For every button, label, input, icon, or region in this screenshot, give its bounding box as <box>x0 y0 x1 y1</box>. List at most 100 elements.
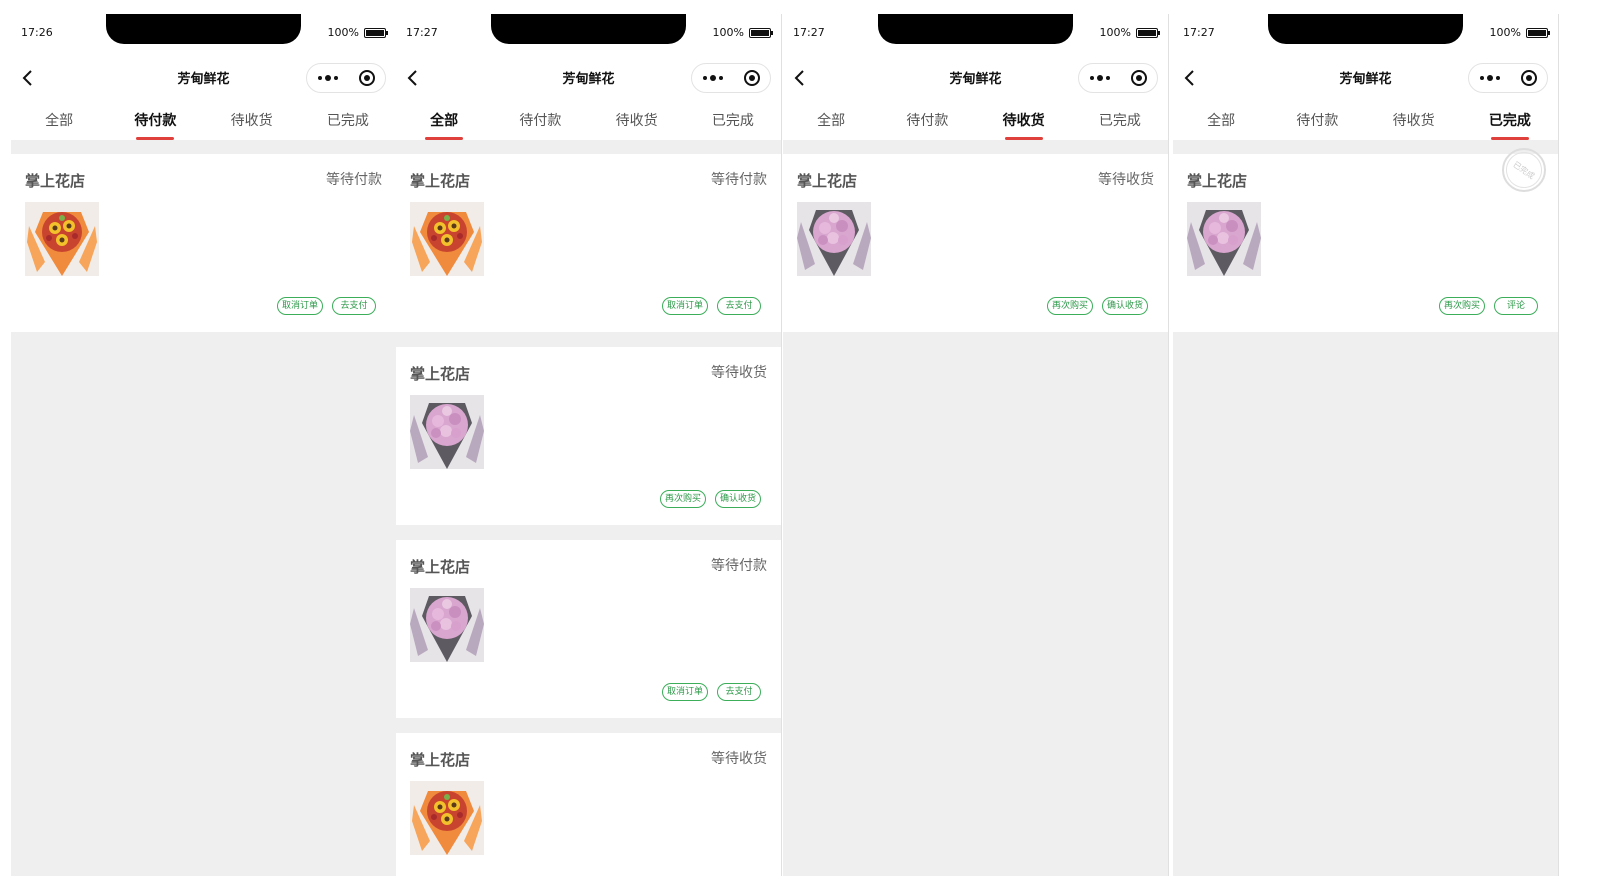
order-tabs: 全部 待付款 待收货 已完成 <box>396 98 781 140</box>
order-action-button[interactable]: 取消订单 <box>661 297 708 315</box>
product-thumbnail[interactable] <box>410 781 484 855</box>
shop-name: 掌上花店 <box>410 172 471 190</box>
notch <box>491 14 686 44</box>
battery-icon <box>749 27 773 38</box>
tab-order-filter[interactable]: 待收货 <box>589 98 685 140</box>
order-actions: 再次购买 确认收货 <box>1046 297 1148 315</box>
nav-bar: 芳甸鲜花 <box>1173 58 1558 98</box>
status-bar: 17:26 100% <box>11 14 396 58</box>
order-card[interactable]: 掌上花店 等待收货 再次购买 确认收货 <box>783 154 1168 332</box>
close-target-icon[interactable] <box>358 70 375 86</box>
more-icon[interactable] <box>317 75 338 81</box>
more-icon[interactable] <box>702 75 723 81</box>
order-action-button[interactable]: 再次购买 <box>1046 297 1093 315</box>
status-bar: 17:27 100% <box>1173 14 1558 58</box>
battery-indicator: 100% <box>712 26 773 39</box>
order-action-button[interactable]: 再次购买 <box>1438 297 1485 315</box>
tab-order-filter[interactable]: 待收货 <box>204 98 300 140</box>
tab-order-filter[interactable]: 待付款 <box>107 98 203 140</box>
tab-order-filter[interactable]: 已完成 <box>1072 98 1168 140</box>
completed-stamp: 已完成 <box>1498 144 1550 196</box>
status-time: 17:27 <box>406 26 438 39</box>
order-action-button[interactable]: 评论 <box>1494 297 1538 315</box>
tab-order-filter[interactable]: 待收货 <box>976 98 1072 140</box>
tab-order-filter[interactable]: 全部 <box>1173 98 1269 140</box>
mini-program-capsule <box>1468 63 1548 93</box>
battery-icon <box>1136 27 1160 38</box>
order-action-button[interactable]: 取消订单 <box>276 297 323 315</box>
shop-name: 掌上花店 <box>25 172 86 190</box>
battery-percent: 100% <box>712 26 744 39</box>
battery-indicator: 100% <box>1099 26 1160 39</box>
product-thumbnail[interactable] <box>410 202 484 276</box>
status-time: 17:27 <box>1183 26 1215 39</box>
product-thumbnail[interactable] <box>410 588 484 662</box>
order-list: 掌上花店 等待付款 取消订单 去支付 <box>11 154 396 332</box>
order-card[interactable]: 掌上花店 已完成 再次购买 评论 <box>1173 144 1558 332</box>
order-action-button[interactable]: 去支付 <box>717 683 761 701</box>
order-card[interactable]: 掌上花店 等待付款 取消订单 去支付 <box>396 540 781 718</box>
tab-order-filter[interactable]: 已完成 <box>1462 98 1558 140</box>
order-tabs: 全部 待付款 待收货 已完成 <box>783 98 1168 140</box>
product-thumbnail[interactable] <box>25 202 99 276</box>
more-icon[interactable] <box>1089 75 1110 81</box>
order-actions: 取消订单 去支付 <box>661 683 761 701</box>
phone-screen: 17:27 100% 芳甸鲜花 全部 待付款 待收货 已完成 <box>783 14 1169 876</box>
order-card[interactable]: 掌上花店 等待收货 再次购买 确认收货 <box>396 347 781 525</box>
order-card[interactable]: 掌上花店 等待付款 取消订单 去支付 <box>396 154 781 332</box>
status-bar: 17:27 100% <box>396 14 781 58</box>
battery-indicator: 100% <box>328 26 388 39</box>
order-card[interactable]: 掌上花店 等待收货 <box>396 733 781 876</box>
order-actions: 再次购买 确认收货 <box>659 490 761 508</box>
tab-order-filter[interactable]: 全部 <box>396 98 492 140</box>
status-time: 17:27 <box>793 26 825 39</box>
shop-name: 掌上花店 <box>410 365 471 383</box>
tab-order-filter[interactable]: 已完成 <box>685 98 781 140</box>
nav-bar: 芳甸鲜花 <box>11 58 396 98</box>
close-target-icon[interactable] <box>1520 70 1537 86</box>
phone-screen: 17:27 100% 芳甸鲜花 全部 待付款 待收货 已完成 <box>396 14 782 876</box>
close-target-icon[interactable] <box>743 70 760 86</box>
notch <box>106 14 301 44</box>
order-action-button[interactable]: 去支付 <box>717 297 761 315</box>
shop-name: 掌上花店 <box>410 558 471 576</box>
order-status: 等待付款 <box>326 172 382 188</box>
tab-order-filter[interactable]: 已完成 <box>300 98 396 140</box>
order-action-button[interactable]: 再次购买 <box>659 490 706 508</box>
product-thumbnail[interactable] <box>797 202 871 276</box>
tab-order-filter[interactable]: 待付款 <box>492 98 588 140</box>
tab-order-filter[interactable]: 全部 <box>783 98 879 140</box>
close-target-icon[interactable] <box>1130 70 1147 86</box>
tab-order-filter[interactable]: 待付款 <box>1269 98 1365 140</box>
order-actions: 再次购买 评论 <box>1438 297 1538 315</box>
order-status: 等待收货 <box>711 751 767 767</box>
product-thumbnail[interactable] <box>410 395 484 469</box>
order-action-button[interactable]: 去支付 <box>332 297 376 315</box>
order-list: 掌上花店 已完成 再次购买 评论 <box>1173 144 1558 332</box>
order-actions: 取消订单 去支付 <box>661 297 761 315</box>
tab-order-filter[interactable]: 待收货 <box>1366 98 1462 140</box>
order-list: 掌上花店 等待付款 取消订单 去支付 掌上花店 等待收货 再次购买 确认收货 掌… <box>396 154 781 876</box>
battery-percent: 100% <box>1489 26 1521 39</box>
shop-name: 掌上花店 <box>410 751 471 769</box>
status-time: 17:26 <box>21 26 53 39</box>
tab-order-filter[interactable]: 全部 <box>11 98 107 140</box>
product-thumbnail[interactable] <box>1187 202 1261 276</box>
status-bar: 17:27 100% <box>783 14 1168 58</box>
order-action-button[interactable]: 确认收货 <box>1101 297 1148 315</box>
notch <box>878 14 1073 44</box>
nav-bar: 芳甸鲜花 <box>783 58 1168 98</box>
tab-order-filter[interactable]: 待付款 <box>879 98 975 140</box>
nav-bar: 芳甸鲜花 <box>396 58 781 98</box>
order-action-button[interactable]: 取消订单 <box>661 683 708 701</box>
more-icon[interactable] <box>1479 75 1500 81</box>
order-tabs: 全部 待付款 待收货 已完成 <box>11 98 396 140</box>
phone-screen: 17:27 100% 芳甸鲜花 全部 待付款 待收货 已完成 <box>1173 14 1559 876</box>
mini-program-capsule <box>691 63 771 93</box>
shop-name: 掌上花店 <box>797 172 858 190</box>
battery-percent: 100% <box>1099 26 1131 39</box>
order-tabs: 全部 待付款 待收货 已完成 <box>1173 98 1558 140</box>
order-action-button[interactable]: 确认收货 <box>714 490 761 508</box>
battery-icon <box>1526 27 1550 38</box>
order-card[interactable]: 掌上花店 等待付款 取消订单 去支付 <box>11 154 396 332</box>
